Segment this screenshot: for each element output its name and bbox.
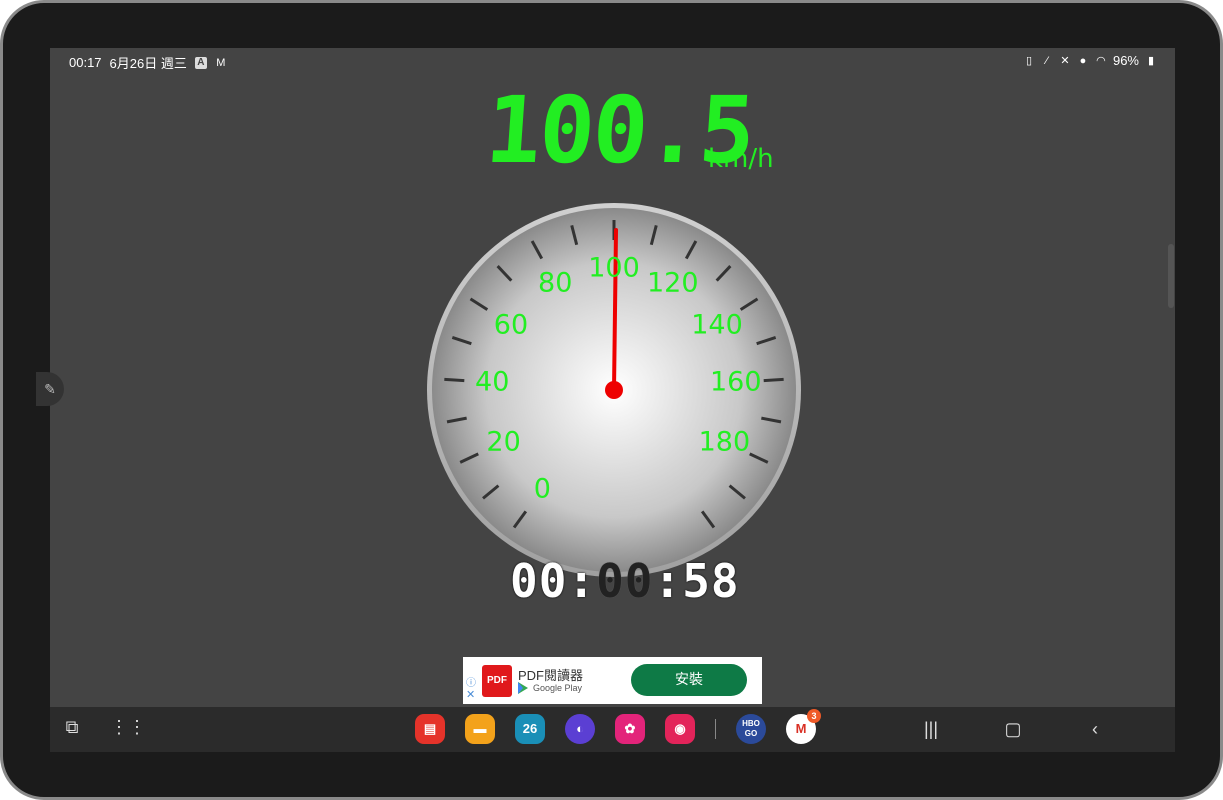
status-time: 00:17 (69, 55, 102, 70)
gauge-label-120: 120 (646, 267, 699, 299)
taskbar-apps: ▤ ▬ 26 ◐ ✿ ◉ HBO GO M3 (415, 709, 821, 744)
back-button[interactable]: ‹ (1084, 718, 1106, 740)
hbo-label: HBO GO (742, 719, 760, 738)
gmail-app-icon[interactable]: M3 (786, 709, 821, 744)
notification-app-icon: A (194, 56, 207, 69)
screen: 00:17 6月26日 週三 A M ▯ ⁄ ✕ ● ◠ 96% ▮ 100.5… (50, 48, 1175, 752)
navigation-bar: ||| ▢ ‹ (920, 718, 1106, 740)
files-app-icon[interactable]: ▬ (465, 714, 495, 744)
ad-store-label: Google Play (533, 683, 583, 693)
gauge-label-60: 60 (493, 309, 529, 341)
timer-minutes: 00 (596, 554, 654, 608)
gauge-label-160: 160 (709, 366, 762, 398)
ad-banner[interactable]: ⓘ ✕ PDF PDF閱讀器 Google Play 安裝 (463, 657, 762, 704)
gauge-label-180: 180 (698, 426, 751, 458)
needle-hub (605, 381, 623, 399)
mute-icon: ✕ (1060, 54, 1070, 67)
calendar-day: 26 (522, 721, 538, 736)
gauge-label-20: 20 (486, 426, 521, 458)
recents-button[interactable]: ||| (920, 718, 942, 740)
gauge-label-40: 40 (475, 366, 510, 398)
install-button[interactable]: 安裝 (631, 664, 747, 696)
timer-hours: 00 (510, 554, 568, 608)
status-date: 6月26日 週三 (109, 56, 187, 71)
battery-icon: ▮ (1147, 54, 1155, 67)
gmail-notification-icon: M (216, 56, 226, 69)
status-left: 00:17 6月26日 週三 A M (69, 53, 227, 72)
status-bar: 00:17 6月26日 週三 A M ▯ ⁄ ✕ ● ◠ 96% ▮ (50, 48, 1175, 74)
recent-apps-panel-icon[interactable]: ⧉ (62, 717, 82, 737)
camera-app-icon[interactable]: ◉ (665, 714, 695, 744)
calendar-app-icon[interactable]: 26 (515, 714, 545, 744)
gauge-label-0: 0 (533, 473, 551, 505)
edge-panel-handle[interactable] (1168, 244, 1174, 308)
timer-seconds: 58 (682, 554, 740, 608)
internet-app-icon[interactable]: ◐ (565, 714, 595, 744)
taskbar: ⧉ ⋮⋮ ▤ ▬ 26 ◐ ✿ ◉ HBO GO M3 ||| ▢ ‹ (50, 707, 1175, 752)
gauge-tick (763, 377, 784, 383)
pen-icon: ⁄ (1046, 54, 1048, 67)
wifi-icon: ◠ (1096, 54, 1106, 67)
pdf-app-logo[interactable]: PDF (482, 665, 512, 697)
hbo-go-app-icon[interactable]: HBO GO (736, 714, 766, 744)
battery-percent: 96% (1112, 53, 1139, 68)
location-icon: ● (1079, 54, 1087, 67)
sim-icon: ▯ (1025, 54, 1032, 67)
taskbar-left: ⧉ ⋮⋮ (62, 717, 146, 737)
gallery-app-icon[interactable]: ✿ (615, 714, 645, 744)
google-play-icon (518, 682, 528, 694)
gauge-tick (444, 377, 465, 383)
ad-close-icon[interactable]: ✕ (466, 688, 475, 701)
gauge-label-140: 140 (691, 309, 743, 341)
gauge-label-80: 80 (538, 267, 573, 299)
taskbar-divider (715, 719, 716, 739)
home-button[interactable]: ▢ (1002, 718, 1024, 740)
speed-unit: km/h (708, 144, 774, 174)
gmail-badge: 3 (807, 709, 821, 723)
status-right: ▯ ⁄ ✕ ● ◠ 96% ▮ (1023, 53, 1157, 68)
gauge-label-100: 100 (588, 252, 640, 284)
trip-timer: 00:00:58 (510, 554, 740, 608)
notes-app-icon[interactable]: ▤ (415, 714, 445, 744)
ad-info-icon[interactable]: ⓘ (466, 674, 476, 689)
app-drawer-icon[interactable]: ⋮⋮ (110, 717, 146, 737)
